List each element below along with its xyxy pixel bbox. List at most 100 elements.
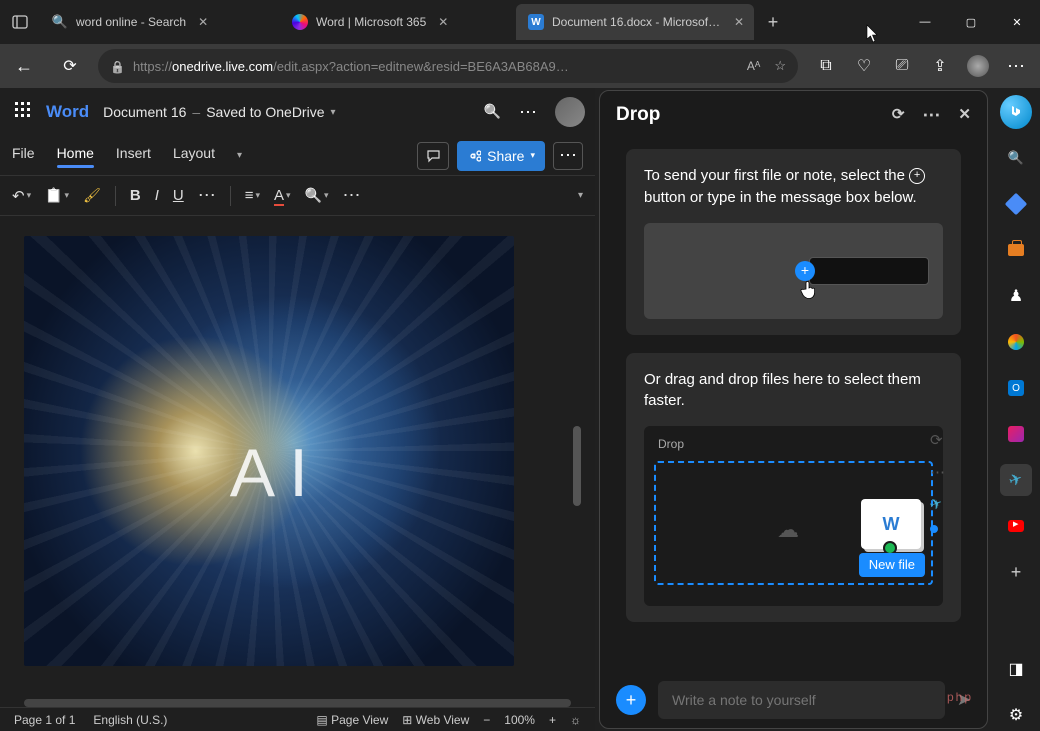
- tab-insert[interactable]: Insert: [116, 145, 151, 167]
- tab-file[interactable]: File: [12, 145, 35, 167]
- lock-icon: [110, 59, 125, 74]
- compose-add-button[interactable]: +: [616, 685, 646, 715]
- page-view-button[interactable]: Page View: [316, 713, 388, 727]
- sidebar-games-button[interactable]: [1000, 280, 1032, 312]
- compose-input[interactable]: [658, 681, 945, 719]
- zoom-level[interactable]: 100%: [504, 713, 535, 727]
- close-icon[interactable]: ✕: [198, 15, 208, 29]
- sidebar-split-button[interactable]: [1000, 653, 1032, 685]
- browser-tab-3[interactable]: Document 16.docx - Microsoft W ✕: [516, 4, 754, 40]
- close-button[interactable]: [994, 0, 1040, 44]
- maximize-button[interactable]: [948, 0, 994, 44]
- sidebar-youtube-button[interactable]: [1000, 510, 1032, 542]
- refresh-button[interactable]: [52, 48, 88, 84]
- demo-plus-icon: +: [795, 261, 815, 281]
- page-indicator[interactable]: Page 1 of 1: [14, 713, 75, 727]
- word-app: Word Document 16 – Saved to OneDrive ▾ F…: [0, 88, 595, 731]
- share-button[interactable]: Share ▾: [457, 141, 545, 171]
- sidebar-clipchamp-button[interactable]: [1000, 418, 1032, 450]
- read-aloud-icon[interactable]: [747, 58, 760, 74]
- drop-panel: Drop To send your first file or note, se…: [599, 90, 988, 729]
- drop-hint-card-2: Or drag and drop files here to select th…: [626, 353, 961, 623]
- tab-home[interactable]: Home: [57, 145, 94, 167]
- web-view-button[interactable]: Web View: [402, 713, 469, 727]
- underline-button[interactable]: U: [173, 187, 184, 204]
- image-overlay-text: AI: [230, 434, 322, 512]
- sidebar-m365-button[interactable]: [1000, 326, 1032, 358]
- drop-more-icon[interactable]: [922, 105, 940, 126]
- inserted-image[interactable]: AI: [24, 236, 514, 666]
- address-bar[interactable]: https://onedrive.live.com/edit.aspx?acti…: [98, 49, 798, 83]
- back-button[interactable]: [6, 48, 42, 84]
- more-icon[interactable]: [519, 102, 537, 123]
- language-indicator[interactable]: English (U.S.): [93, 713, 167, 727]
- find-button[interactable]: ▾: [305, 187, 329, 204]
- browser-tab-1[interactable]: word online - Search ✕: [40, 4, 280, 40]
- close-panel-icon[interactable]: [958, 105, 971, 126]
- m365-icon: [292, 14, 308, 30]
- word-icon: [528, 14, 544, 30]
- sidebar-outlook-button[interactable]: O: [1000, 372, 1032, 404]
- drop-header: Drop: [600, 91, 987, 139]
- zoom-out-button[interactable]: −: [483, 713, 490, 727]
- font-more-button[interactable]: [198, 185, 216, 206]
- sidebar-search-button[interactable]: [1000, 142, 1032, 174]
- chevron-down-icon[interactable]: ▾: [237, 150, 242, 161]
- minimize-button[interactable]: [902, 0, 948, 44]
- drop-body: To send your first file or note, select …: [600, 139, 987, 672]
- sidebar-shopping-button[interactable]: [1000, 188, 1032, 220]
- word-logo[interactable]: Word: [46, 102, 89, 122]
- comments-button[interactable]: [417, 142, 449, 170]
- align-button[interactable]: ▾: [245, 187, 260, 204]
- more-button[interactable]: [998, 48, 1034, 84]
- plus-inline-icon: +: [909, 168, 925, 184]
- collapse-ribbon-icon[interactable]: ▾: [578, 190, 583, 201]
- close-icon[interactable]: ✕: [438, 15, 448, 29]
- edge-sidebar: O: [992, 88, 1040, 731]
- sidebar-tools-button[interactable]: [1000, 234, 1032, 266]
- document-canvas[interactable]: AI: [0, 216, 595, 695]
- ribbon-more-button[interactable]: [553, 142, 583, 170]
- demo-drop-title: Drop: [654, 436, 933, 453]
- sidebar-settings-button[interactable]: [1000, 699, 1032, 731]
- font-color-button[interactable]: ▾: [274, 187, 291, 204]
- tab-title: Word | Microsoft 365: [316, 15, 426, 29]
- new-tab-button[interactable]: [754, 4, 790, 40]
- close-icon[interactable]: ✕: [734, 15, 744, 29]
- bold-button[interactable]: B: [130, 187, 141, 204]
- tab-actions-button[interactable]: [0, 13, 40, 31]
- share-button[interactable]: [922, 48, 958, 84]
- sync-icon[interactable]: [892, 105, 905, 126]
- ribbon-overflow-button[interactable]: [343, 185, 361, 206]
- cloud-upload-icon: ☁: [777, 514, 799, 546]
- document-title[interactable]: Document 16 – Saved to OneDrive ▾: [103, 104, 335, 120]
- paste-button[interactable]: ▾: [45, 187, 69, 204]
- health-button[interactable]: [846, 48, 882, 84]
- app-launcher-icon[interactable]: [14, 101, 32, 124]
- format-painter-button[interactable]: [83, 187, 101, 204]
- url-text: https://onedrive.live.com/edit.aspx?acti…: [133, 59, 569, 74]
- horizontal-scrollbar[interactable]: [24, 699, 571, 707]
- plus-icon: [768, 12, 779, 33]
- tab-layout[interactable]: Layout: [173, 145, 215, 167]
- italic-button[interactable]: I: [155, 187, 159, 204]
- demo-input: [809, 257, 929, 285]
- bing-chat-button[interactable]: [1000, 96, 1032, 128]
- user-avatar[interactable]: [555, 97, 585, 127]
- favorite-icon[interactable]: [774, 58, 786, 74]
- drop-hint-text-1: To send your first file or note, select …: [644, 165, 943, 209]
- brightness-icon[interactable]: [570, 713, 581, 727]
- watermark: php: [947, 690, 973, 704]
- sidebar-add-button[interactable]: [1000, 556, 1032, 588]
- browser-tab-2[interactable]: Word | Microsoft 365 ✕: [280, 4, 516, 40]
- ribbon-home: ▾ ▾ B I U ▾ ▾ ▾ ▾: [0, 176, 595, 216]
- vertical-scrollbar[interactable]: [573, 426, 581, 506]
- profile-button[interactable]: [960, 48, 996, 84]
- search-icon[interactable]: [484, 103, 501, 121]
- collections-button[interactable]: [808, 48, 844, 84]
- screenshot-button[interactable]: [884, 48, 920, 84]
- sidebar-drop-button[interactable]: [1000, 464, 1032, 496]
- zoom-in-button[interactable]: +: [549, 713, 556, 727]
- window-controls: [902, 0, 1040, 44]
- undo-button[interactable]: ▾: [12, 187, 31, 205]
